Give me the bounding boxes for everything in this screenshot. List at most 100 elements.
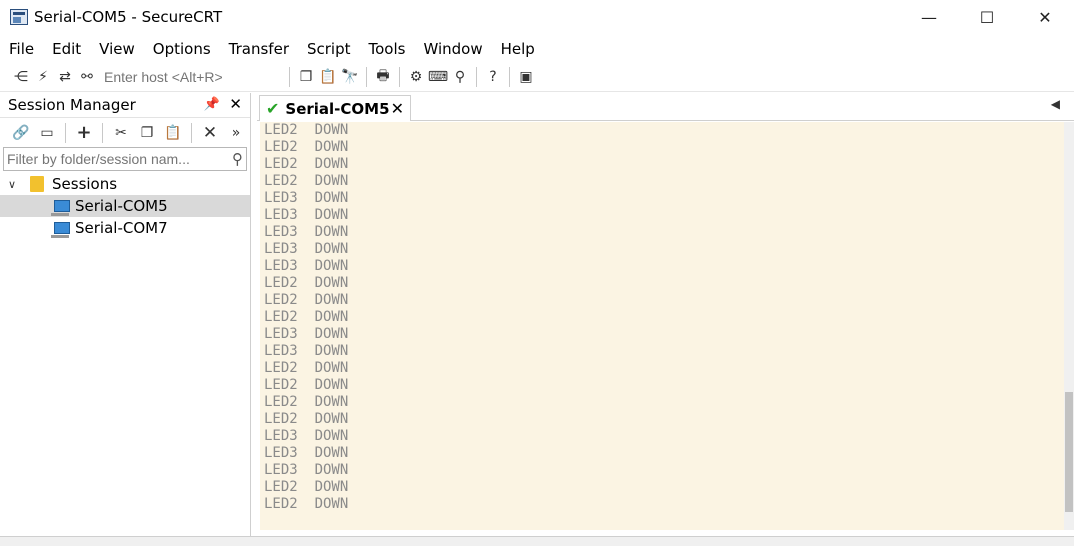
toolbar-separator	[509, 66, 510, 87]
main-toolbar: ⋲ ⚡ ⇄ ⚯ ❐ 📋 🔭 🖶 ⚙ ⌨ ⚲ ? ▣	[0, 62, 1074, 92]
terminal-line: LED2 DOWN	[264, 173, 349, 189]
terminal-line: LED2 DOWN	[264, 377, 349, 393]
folder-icon	[30, 176, 44, 192]
serial-session-icon	[51, 200, 70, 216]
menu-help[interactable]: Help	[501, 40, 535, 58]
title-bar: Serial-COM5 - SecureCRT — ☐ ✕	[0, 0, 1074, 34]
terminal-line: LED3 DOWN	[264, 445, 349, 461]
menu-script[interactable]: Script	[307, 40, 351, 58]
cut-icon[interactable]: ✂	[108, 122, 134, 144]
tree-item-serial-com7[interactable]: Serial-COM7	[0, 217, 250, 239]
quick-connect-icon[interactable]: ⚡	[32, 66, 54, 88]
toolbar-separator	[65, 122, 66, 143]
terminal-line: LED2 DOWN	[264, 122, 349, 138]
toolbar-separator	[366, 66, 367, 87]
toolbar-separator	[476, 66, 477, 87]
help-icon[interactable]: ?	[482, 66, 504, 88]
serial-session-icon	[51, 222, 70, 238]
print-icon[interactable]: 🖶	[372, 66, 394, 88]
disconnect-icon[interactable]: ⚯	[76, 66, 98, 88]
chevron-down-icon[interactable]: ∨	[8, 178, 22, 191]
menu-window[interactable]: Window	[423, 40, 482, 58]
terminal-line: LED3 DOWN	[264, 207, 349, 223]
terminal-line: LED3 DOWN	[264, 258, 349, 274]
session-options-icon[interactable]: ▣	[515, 66, 537, 88]
toolbar-separator	[289, 66, 290, 87]
terminal-line: LED2 DOWN	[264, 156, 349, 172]
connect-in-tab-icon[interactable]: ▭	[34, 122, 60, 144]
terminal-line: LED3 DOWN	[264, 462, 349, 478]
minimize-button[interactable]: —	[900, 0, 958, 34]
status-bar	[0, 536, 1074, 546]
terminal-line: LED3 DOWN	[264, 224, 349, 240]
connected-check-icon: ✔	[266, 99, 280, 118]
toolbar-separator	[399, 66, 400, 87]
terminal-line: LED3 DOWN	[264, 428, 349, 444]
keymap-icon[interactable]: ⌨	[427, 66, 449, 88]
terminal-line: LED2 DOWN	[264, 139, 349, 155]
close-panel-button[interactable]: ✕	[229, 95, 242, 113]
scrollbar-thumb[interactable]	[1065, 392, 1073, 512]
paste-session-icon[interactable]: 📋	[160, 122, 186, 144]
tree-item-serial-com5[interactable]: Serial-COM5	[0, 195, 250, 217]
session-label: Serial-COM5	[75, 197, 168, 215]
copy-session-icon[interactable]: ❐	[134, 122, 160, 144]
tab-serial-com5[interactable]: ✔ Serial-COM5 ✕	[259, 95, 411, 121]
session-manager-toolbar: 🔗 ▭ + ✂ ❐ 📋 ✕ »	[0, 117, 250, 147]
settings-icon[interactable]: ⚙	[405, 66, 427, 88]
terminal-line: LED2 DOWN	[264, 360, 349, 376]
terminal-line: LED3 DOWN	[264, 241, 349, 257]
terminal-line: LED2 DOWN	[264, 479, 349, 495]
close-window-button[interactable]: ✕	[1016, 0, 1074, 34]
terminal-output[interactable]: LED2 DOWN LED2 DOWN LED2 DOWN LED2 DOWN LED3…	[260, 122, 1064, 530]
terminal-line: LED2 DOWN	[264, 292, 349, 308]
connect-icon[interactable]: ⋲	[10, 66, 32, 88]
terminal-line: LED2 DOWN	[264, 309, 349, 325]
window-title: Serial-COM5 - SecureCRT	[34, 8, 223, 26]
menu-file[interactable]: File	[9, 40, 34, 58]
menu-options[interactable]: Options	[153, 40, 211, 58]
terminal-line: LED3 DOWN	[264, 326, 349, 342]
session-filter-input[interactable]	[4, 149, 224, 169]
session-manager-header: Session Manager 📌 ✕	[0, 93, 250, 117]
session-tree: ∨ Sessions Serial-COM5 Serial-COM7	[0, 173, 250, 239]
terminal-line: LED3 DOWN	[264, 190, 349, 206]
paste-icon[interactable]: 📋	[317, 66, 339, 88]
terminal-line: LED2 DOWN	[264, 275, 349, 291]
terminal-line: LED2 DOWN	[264, 411, 349, 427]
toolbar-separator	[102, 122, 103, 143]
terminal-scrollbar[interactable]	[1064, 122, 1074, 530]
menu-edit[interactable]: Edit	[52, 40, 81, 58]
tab-scroll-left-icon[interactable]: ◀	[1051, 97, 1060, 111]
menu-transfer[interactable]: Transfer	[229, 40, 289, 58]
session-manager-panel: Session Manager 📌 ✕ 🔗 ▭ + ✂ ❐ 📋 ✕ » ⚲ ∨ …	[0, 93, 251, 536]
enter-host-input[interactable]	[104, 65, 284, 88]
session-manager-title: Session Manager	[8, 96, 136, 114]
tab-strip: ✔ Serial-COM5 ✕ ◀	[257, 93, 1074, 121]
menu-view[interactable]: View	[99, 40, 135, 58]
delete-icon[interactable]: ✕	[197, 122, 223, 144]
session-label: Serial-COM7	[75, 219, 168, 237]
folder-label: Sessions	[52, 175, 118, 193]
connect-session-icon[interactable]: 🔗	[8, 122, 34, 144]
more-icon[interactable]: »	[223, 122, 249, 144]
reconnect-icon[interactable]: ⇄	[54, 66, 76, 88]
menu-bar: File Edit View Options Transfer Script T…	[0, 36, 553, 62]
new-session-icon[interactable]: +	[71, 122, 97, 144]
menu-tools[interactable]: Tools	[369, 40, 406, 58]
maximize-button[interactable]: ☐	[958, 0, 1016, 34]
terminal-line: LED2 DOWN	[264, 496, 349, 512]
terminal-line: LED3 DOWN	[264, 343, 349, 359]
session-filter: ⚲	[3, 147, 247, 171]
close-tab-button[interactable]: ✕	[391, 99, 404, 118]
search-icon[interactable]: ⚲	[232, 150, 243, 168]
tab-label: Serial-COM5	[285, 99, 390, 118]
sftp-icon[interactable]: ⚲	[449, 66, 471, 88]
tree-folder-sessions[interactable]: ∨ Sessions	[0, 173, 250, 195]
find-icon[interactable]: 🔭	[339, 66, 361, 88]
securecrt-app-icon	[10, 9, 28, 25]
terminal-line: LED2 DOWN	[264, 394, 349, 410]
window-controls: — ☐ ✕	[900, 0, 1074, 34]
copy-icon[interactable]: ❐	[295, 66, 317, 88]
pin-icon[interactable]: 📌	[204, 97, 220, 112]
